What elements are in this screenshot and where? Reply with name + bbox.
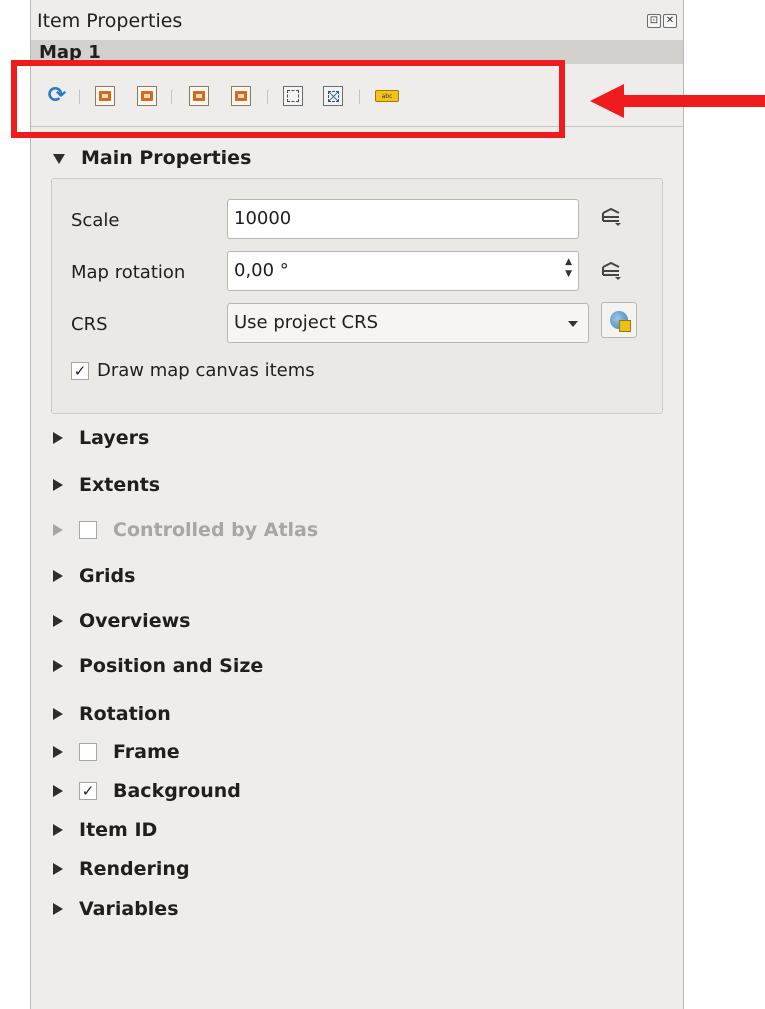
item-name: Map 1 — [39, 42, 101, 63]
red-arrow-icon — [590, 84, 765, 118]
panel-title: Item Properties — [37, 10, 183, 32]
float-button[interactable]: ⊡ — [647, 14, 661, 28]
globe-icon — [610, 311, 631, 332]
item-name-header: Map 1 — [31, 40, 683, 64]
expand-icon — [53, 708, 63, 720]
section-variables[interactable]: Variables — [53, 898, 179, 920]
section-extents[interactable]: Extents — [53, 474, 160, 496]
scale-value: 10000 — [234, 208, 292, 229]
map-scale-icon[interactable] — [189, 86, 209, 106]
expand-icon — [53, 570, 63, 582]
close-button[interactable]: ✕ — [663, 14, 677, 28]
section-label: Variables — [79, 898, 179, 920]
section-frame[interactable]: Frame — [53, 741, 180, 763]
label-icon[interactable]: abc — [375, 90, 399, 102]
scale-label: Scale — [71, 210, 120, 231]
section-main-properties[interactable]: Main Properties — [53, 147, 251, 169]
map-extent-icon[interactable] — [95, 86, 115, 106]
frame-checkbox[interactable] — [79, 743, 97, 761]
data-defined-override-icon[interactable] — [599, 207, 623, 227]
chevron-down-icon — [568, 321, 578, 327]
section-label: Frame — [113, 741, 180, 763]
section-layers[interactable]: Layers — [53, 427, 149, 449]
collapse-icon — [53, 154, 65, 164]
draw-canvas-items-row[interactable]: ✓ Draw map canvas items — [71, 360, 315, 381]
expand-icon — [53, 524, 63, 536]
bookmark-icon[interactable] — [283, 86, 303, 106]
toolbar-separator — [267, 90, 268, 104]
map-toolbar: ⟳ abc — [31, 64, 683, 127]
item-properties-panel: Item Properties ⊡ ✕ Map 1 ⟳ abc Main Pro… — [30, 0, 684, 1009]
expand-icon — [53, 479, 63, 491]
crs-selected: Use project CRS — [234, 312, 379, 333]
map-rotation-spinbox[interactable]: 0,00 ° ▲ ▼ — [227, 251, 579, 291]
background-checkbox[interactable]: ✓ — [79, 782, 97, 800]
crs-label: CRS — [71, 314, 108, 335]
crs-select[interactable]: Use project CRS — [227, 303, 589, 343]
atlas-checkbox — [79, 521, 97, 539]
draw-canvas-items-label: Draw map canvas items — [97, 360, 315, 381]
section-label: Position and Size — [79, 655, 264, 677]
section-label: Layers — [79, 427, 150, 449]
expand-icon — [53, 785, 63, 797]
expand-icon — [53, 863, 63, 875]
map-rotation-value: 0,00 ° — [234, 260, 289, 281]
spin-arrows-icon[interactable]: ▲ ▼ — [565, 256, 572, 280]
section-label: Main Properties — [81, 147, 252, 169]
expand-icon — [53, 746, 63, 758]
section-background[interactable]: ✓ Background — [53, 780, 241, 802]
refresh-icon[interactable]: ⟳ — [47, 85, 67, 107]
section-label: Item ID — [79, 819, 158, 841]
crs-select-button[interactable] — [601, 302, 637, 338]
toolbar-separator — [79, 90, 80, 104]
section-rotation[interactable]: Rotation — [53, 703, 171, 725]
section-label: Rotation — [79, 703, 171, 725]
expand-icon — [53, 615, 63, 627]
section-item-id[interactable]: Item ID — [53, 819, 157, 841]
expand-icon — [53, 660, 63, 672]
section-grids[interactable]: Grids — [53, 565, 135, 587]
titlebar-buttons: ⊡ ✕ — [647, 14, 677, 28]
scale-input[interactable]: 10000 — [227, 199, 579, 239]
panel-titlebar: Item Properties ⊡ ✕ — [31, 0, 683, 40]
section-label: Overviews — [79, 610, 191, 632]
section-controlled-by-atlas: Controlled by Atlas — [53, 519, 318, 541]
section-label: Background — [113, 780, 241, 802]
section-position-and-size[interactable]: Position and Size — [53, 655, 263, 677]
toolbar-separator — [359, 90, 360, 104]
section-label: Controlled by Atlas — [113, 519, 319, 541]
expand-icon — [53, 432, 63, 444]
toolbar-separator — [171, 90, 172, 104]
data-defined-override-icon[interactable] — [599, 261, 623, 281]
expand-icon — [53, 824, 63, 836]
view-scale-icon[interactable] — [231, 86, 251, 106]
view-extent-icon[interactable] — [137, 86, 157, 106]
expand-icon — [53, 903, 63, 915]
section-label: Grids — [79, 565, 136, 587]
section-rendering[interactable]: Rendering — [53, 858, 190, 880]
draw-canvas-items-checkbox[interactable]: ✓ — [71, 361, 89, 380]
section-overviews[interactable]: Overviews — [53, 610, 190, 632]
section-label: Rendering — [79, 858, 190, 880]
move-content-icon[interactable] — [323, 86, 343, 106]
section-label: Extents — [79, 474, 161, 496]
map-rotation-label: Map rotation — [71, 262, 186, 283]
